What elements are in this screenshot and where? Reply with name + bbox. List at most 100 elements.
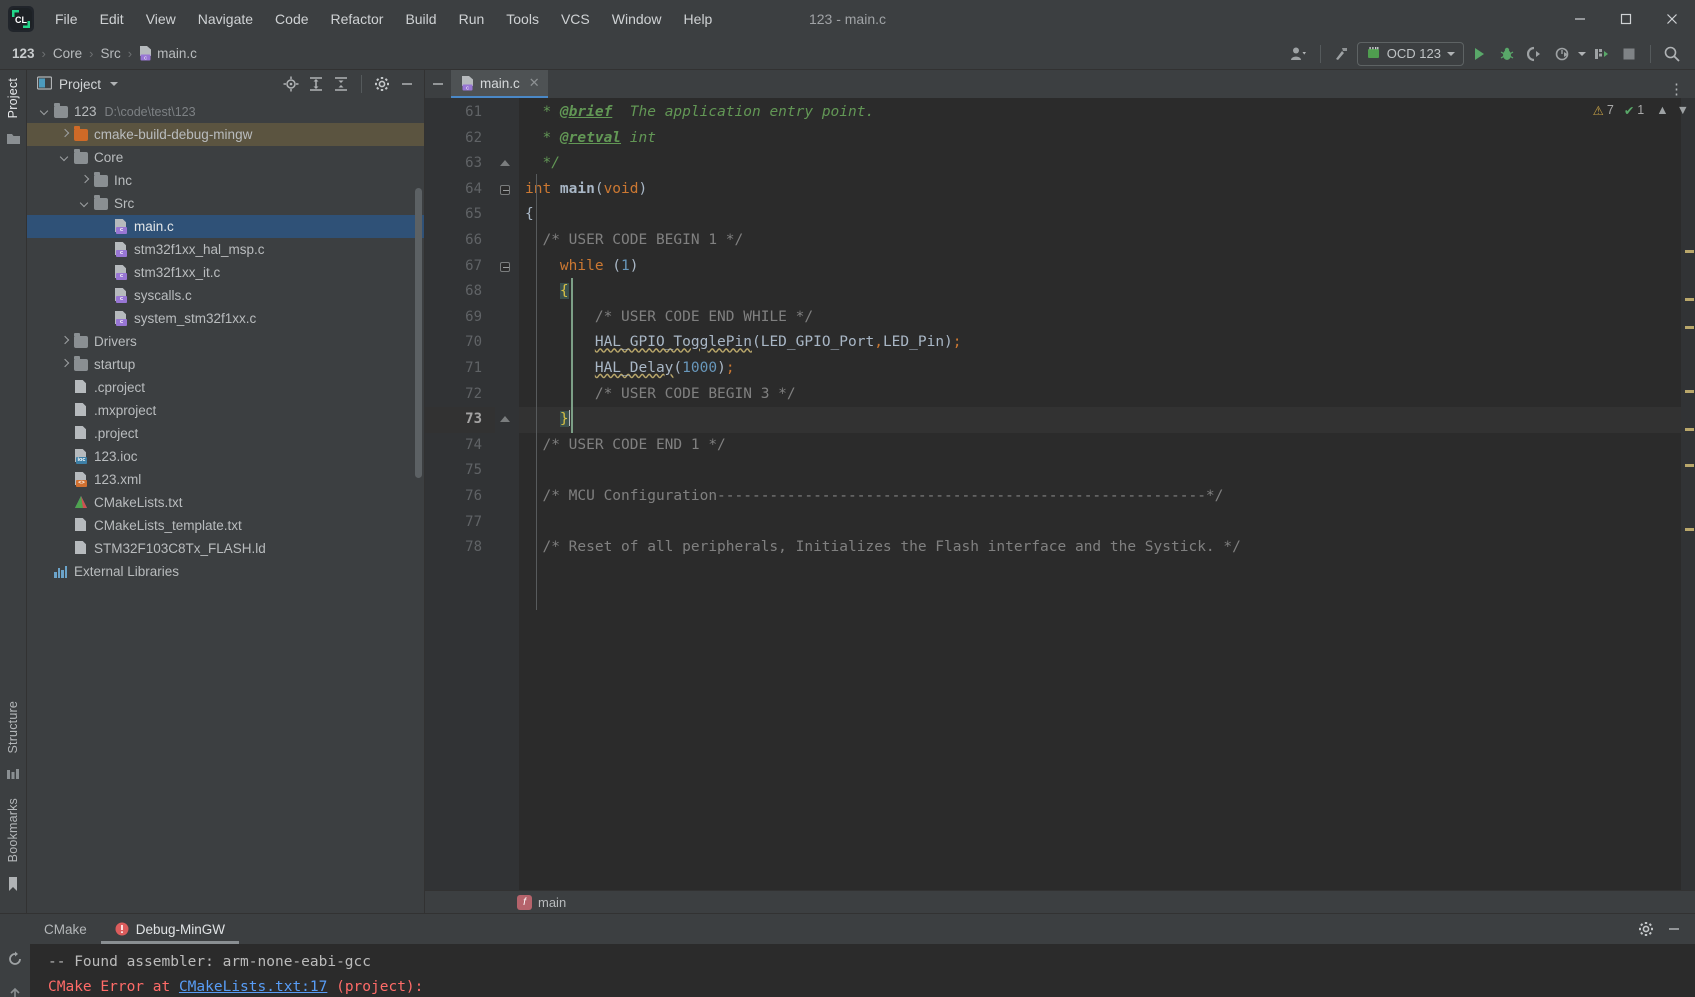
line-number[interactable]: 66 xyxy=(425,228,495,254)
line-number[interactable]: 69 xyxy=(425,305,495,331)
hammer-icon[interactable] xyxy=(1329,41,1355,67)
tree-node-stm32f1xx-it-c[interactable]: c stm32f1xx_it.c xyxy=(27,261,424,284)
sidebar-item-project[interactable]: Project xyxy=(4,70,22,126)
line-number[interactable]: 74 xyxy=(425,433,495,459)
bookmarks-list-icon[interactable] xyxy=(6,768,20,784)
menu-item-vcs[interactable]: VCS xyxy=(550,7,601,31)
fold-marker[interactable] xyxy=(495,177,519,203)
error-stripe[interactable] xyxy=(1681,98,1695,890)
editor-tabs-overflow-icon[interactable]: ⋮ xyxy=(1669,80,1695,98)
debug-button[interactable] xyxy=(1494,41,1520,67)
line-number[interactable]: 78 xyxy=(425,535,495,561)
fold-marker[interactable] xyxy=(495,510,519,536)
fold-marker[interactable] xyxy=(495,382,519,408)
line-number[interactable]: 67 xyxy=(425,254,495,280)
tree-node--mxproject[interactable]: .mxproject xyxy=(27,399,424,422)
tree-node-startup[interactable]: startup xyxy=(27,353,424,376)
fix-count[interactable]: ✔ 1 xyxy=(1624,103,1644,118)
fold-marker[interactable] xyxy=(495,484,519,510)
line-number[interactable]: 62 xyxy=(425,126,495,152)
chevron-down-icon[interactable]: ▼ xyxy=(1677,103,1689,117)
code-line[interactable]: { xyxy=(519,202,1681,228)
code-line[interactable]: int main(void) xyxy=(519,177,1681,203)
fold-marker[interactable] xyxy=(495,254,519,280)
chevron-down-icon[interactable] xyxy=(59,151,72,164)
hide-editor-icon[interactable] xyxy=(425,70,451,98)
fold-marker[interactable] xyxy=(495,228,519,254)
cmake-tab-debug-mingw[interactable]: Debug-MinGW xyxy=(100,914,240,944)
line-number[interactable]: 71 xyxy=(425,356,495,382)
line-number[interactable]: 68 xyxy=(425,279,495,305)
fold-marker[interactable] xyxy=(495,305,519,331)
sidebar-item-structure[interactable]: Structure xyxy=(4,693,22,762)
fold-marker[interactable] xyxy=(495,202,519,228)
commit-icon[interactable] xyxy=(6,132,21,149)
chevron-down-icon[interactable] xyxy=(110,82,119,86)
code-line[interactable]: /* Reset of all peripherals, Initializes… xyxy=(519,535,1681,561)
code-line[interactable]: HAL_Delay(1000); xyxy=(519,356,1681,382)
cmake-tab-cmake[interactable]: CMake xyxy=(30,914,101,944)
gear-icon[interactable] xyxy=(1635,918,1657,940)
menu-item-file[interactable]: File xyxy=(44,7,89,31)
menu-item-code[interactable]: Code xyxy=(264,7,319,31)
code-line[interactable]: /* MCU Configuration--------------------… xyxy=(519,484,1681,510)
fold-marker[interactable] xyxy=(495,279,519,305)
breadcrumb-item-file[interactable]: main.c xyxy=(157,46,197,61)
line-number[interactable]: 77 xyxy=(425,510,495,536)
fold-marker[interactable] xyxy=(495,458,519,484)
line-number[interactable]: 65 xyxy=(425,202,495,228)
run-button[interactable] xyxy=(1466,41,1492,67)
chevron-right-icon[interactable] xyxy=(79,174,92,187)
code-line[interactable]: /* USER CODE END 1 */ xyxy=(519,433,1681,459)
code-line[interactable]: /* USER CODE BEGIN 3 */ xyxy=(519,382,1681,408)
code-line[interactable]: { xyxy=(519,279,1681,305)
run-configuration-selector[interactable]: OCD 123 xyxy=(1356,41,1464,66)
tree-node-syscalls-c[interactable]: c syscalls.c xyxy=(27,284,424,307)
editor-tab-main-c[interactable]: c main.c ✕ xyxy=(451,70,548,98)
tree-node--project[interactable]: .project xyxy=(27,422,424,445)
run-with-coverage-icon[interactable] xyxy=(1588,41,1614,67)
tree-node-external-libraries[interactable]: External Libraries xyxy=(27,560,424,583)
menu-item-build[interactable]: Build xyxy=(394,7,447,31)
fold-marker[interactable] xyxy=(495,126,519,152)
code-line[interactable]: * @brief The application entry point. xyxy=(519,100,1681,126)
tree-node-cmakelists-txt[interactable]: CMakeLists.txt xyxy=(27,491,424,514)
tree-node-system-stm32f1xx-c[interactable]: c system_stm32f1xx.c xyxy=(27,307,424,330)
tree-node--cproject[interactable]: .cproject xyxy=(27,376,424,399)
code-line[interactable]: } xyxy=(519,407,1681,433)
menu-item-window[interactable]: Window xyxy=(601,7,673,31)
cmake-console-output[interactable]: -- Found assembler: arm-none-eabi-gcc CMa… xyxy=(30,944,1695,997)
line-number[interactable]: 72 xyxy=(425,382,495,408)
line-number[interactable]: 75 xyxy=(425,458,495,484)
chevron-down-icon[interactable] xyxy=(39,105,52,118)
chevron-down-icon[interactable] xyxy=(79,197,92,210)
line-number[interactable]: 64 xyxy=(425,177,495,203)
breadcrumb-item-project[interactable]: 123 xyxy=(12,46,35,61)
line-number[interactable]: 73 xyxy=(425,407,495,433)
fold-marker[interactable] xyxy=(495,535,519,561)
tree-node-123-xml[interactable]: <> 123.xml xyxy=(27,468,424,491)
line-number[interactable]: 63 xyxy=(425,151,495,177)
sidebar-item-bookmarks[interactable]: Bookmarks xyxy=(4,790,22,870)
menu-item-help[interactable]: Help xyxy=(673,7,724,31)
tree-node-stm32f103c8tx-flash-ld[interactable]: STM32F103C8Tx_FLASH.ld xyxy=(27,537,424,560)
attach-icon[interactable] xyxy=(1522,41,1548,67)
tree-node-123-ioc[interactable]: ioc 123.ioc xyxy=(27,445,424,468)
fold-marker[interactable] xyxy=(495,407,519,433)
collapse-all-icon[interactable] xyxy=(330,73,352,95)
bookmark-icon[interactable] xyxy=(7,876,19,895)
code-line[interactable]: * @retval int xyxy=(519,126,1681,152)
inspection-widget[interactable]: ⚠ 7 ✔ 1 ▲ ▼ xyxy=(1593,98,1695,122)
tree-node-main-c[interactable]: c main.c xyxy=(27,215,424,238)
code-line[interactable]: */ xyxy=(519,151,1681,177)
tree-node-inc[interactable]: Inc xyxy=(27,169,424,192)
close-button[interactable] xyxy=(1649,0,1695,38)
fold-marker[interactable] xyxy=(495,151,519,177)
line-number[interactable]: 70 xyxy=(425,330,495,356)
tree-node-cmake-build-debug-mingw[interactable]: cmake-build-debug-mingw xyxy=(27,123,424,146)
tree-node-stm32f1xx-hal-msp-c[interactable]: c stm32f1xx_hal_msp.c xyxy=(27,238,424,261)
editor-breadcrumb-label[interactable]: main xyxy=(538,895,566,910)
gear-icon[interactable] xyxy=(371,73,393,95)
breadcrumb-item-core[interactable]: Core xyxy=(53,46,82,61)
code-line[interactable] xyxy=(519,510,1681,536)
